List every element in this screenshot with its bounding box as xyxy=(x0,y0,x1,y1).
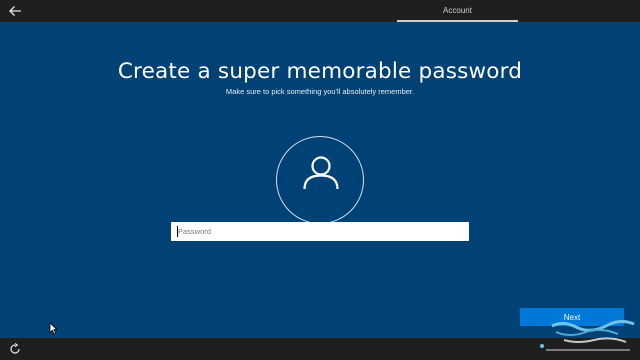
mouse-pointer-icon xyxy=(49,322,58,335)
page-subtitle: Make sure to pick something you'll absol… xyxy=(225,87,415,96)
user-avatar xyxy=(276,136,364,224)
top-bar: Account xyxy=(0,0,640,22)
back-button[interactable] xyxy=(4,2,26,20)
step-account: Account xyxy=(397,0,518,22)
text-caret xyxy=(177,226,178,237)
ease-of-access-button[interactable] xyxy=(8,342,22,356)
ease-of-access-icon xyxy=(10,343,20,354)
user-avatar-icon xyxy=(303,156,339,190)
oobe-screen: Account Create a super memorable passwor… xyxy=(0,0,640,360)
watermark-logo xyxy=(534,318,638,358)
step-account-label: Account xyxy=(443,5,472,15)
page-title: Create a super memorable password xyxy=(117,59,523,84)
password-input[interactable] xyxy=(171,222,469,241)
back-arrow-icon xyxy=(9,6,21,16)
